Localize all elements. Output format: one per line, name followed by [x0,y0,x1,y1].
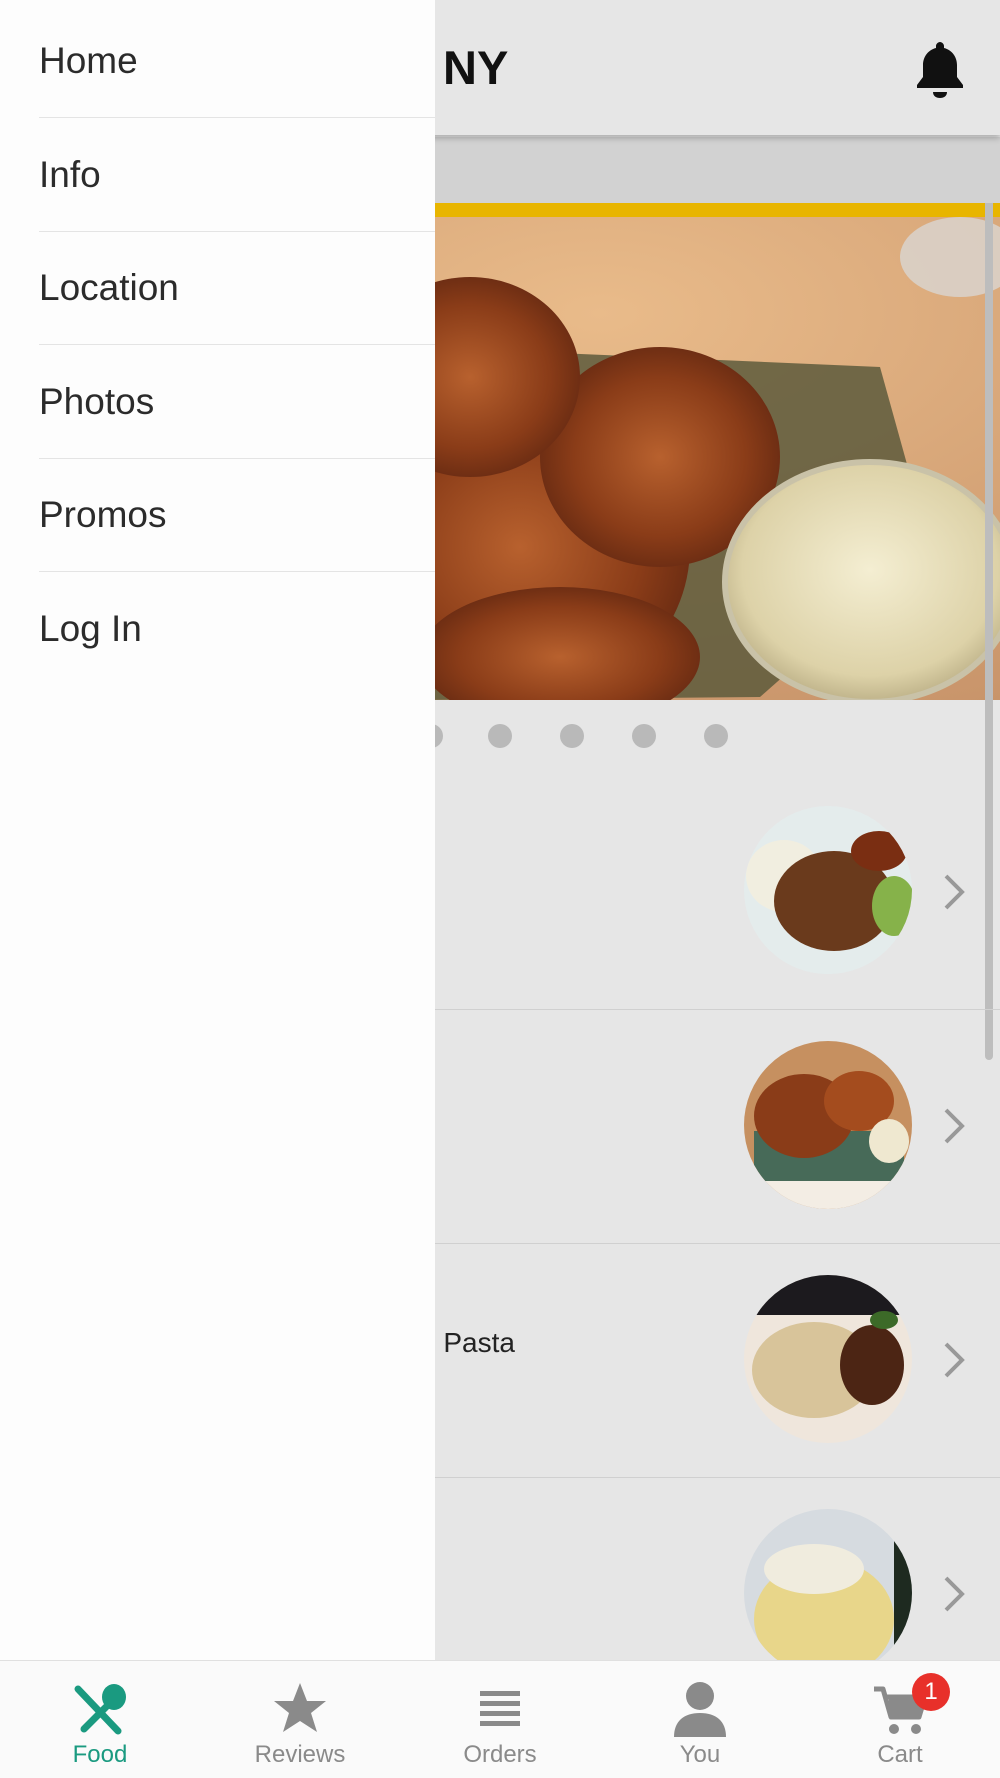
drawer-item-promos[interactable]: Promos [39,458,435,572]
menu-item-image [744,806,912,974]
drawer-item-label: Log In [39,607,142,649]
chevron-right-icon [944,874,965,910]
tab-food-label: Food [72,1741,128,1768]
menu-item-image [744,1275,912,1443]
drawer-item-label: Info [39,153,101,195]
drawer-item-login[interactable]: Log In [39,572,435,685]
menu-item-image [744,1041,912,1209]
drawer-item-label: Promos [39,493,167,535]
person-icon [674,1682,726,1737]
drawer-item-label: Home [39,39,138,81]
bell-icon[interactable] [912,38,968,98]
tab-orders-label: Orders [463,1741,537,1768]
drawer-item-label: Photos [39,380,155,422]
restaurant-title: NY [443,41,509,94]
chevron-right-icon [944,1576,965,1612]
tab-cart[interactable]: 1 Cart [800,1661,1000,1778]
fork-spoon-icon [74,1684,126,1735]
tab-cart-label: Cart [877,1741,923,1768]
drawer-item-photos[interactable]: Photos [39,345,435,459]
drawer-item-location[interactable]: Location [39,231,435,345]
tab-you[interactable]: You [600,1661,800,1778]
drawer-item-info[interactable]: Info [39,118,435,232]
star-icon [274,1683,326,1732]
chevron-right-icon [944,1342,965,1378]
drawer-item-home[interactable]: Home [39,4,435,118]
cart-count-badge: 1 [912,1673,950,1711]
tab-you-label: You [679,1741,721,1768]
carousel-dot[interactable] [704,724,728,748]
tab-reviews[interactable]: Reviews [200,1661,400,1778]
app-screen: NY e Pasta Home Info Location Photos Pro… [0,0,1000,1778]
navigation-drawer: Home Info Location Photos Promos Log In [0,0,435,1660]
list-icon [480,1691,520,1726]
menu-item-image [744,1509,912,1677]
drawer-item-label: Location [39,266,179,308]
carousel-dot[interactable] [488,724,512,748]
tab-reviews-label: Reviews [254,1741,346,1768]
tab-food[interactable]: Food [0,1661,200,1778]
chevron-right-icon [944,1108,965,1144]
carousel-dot[interactable] [632,724,656,748]
tab-orders[interactable]: Orders [400,1661,600,1778]
carousel-dot[interactable] [560,724,584,748]
bottom-navigation-bar: Food Reviews Orders You 1 Cart [0,1660,1000,1778]
